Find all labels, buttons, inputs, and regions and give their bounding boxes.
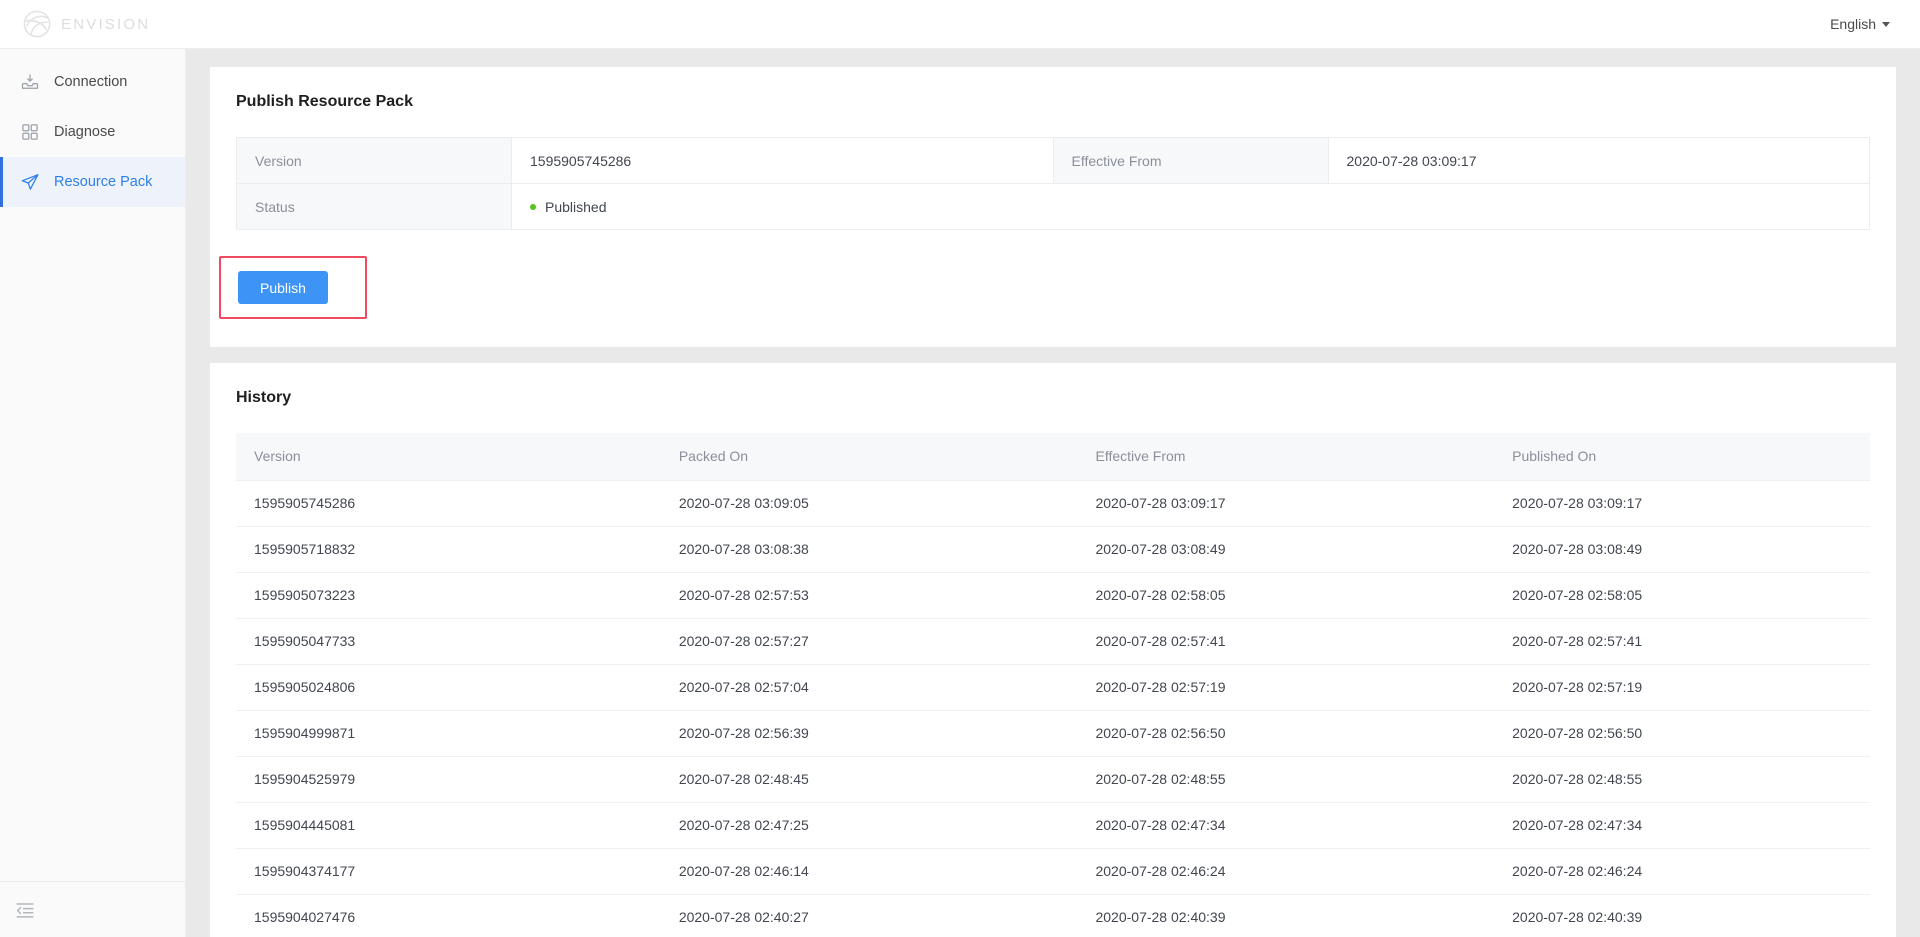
- table-row: 1595904999871 2020-07-28 02:56:39 2020-07-…: [236, 710, 1870, 757]
- brand-logo: ENVISION: [0, 9, 150, 39]
- sidebar-item-resource-pack[interactable]: Resource Pack: [0, 157, 185, 207]
- history-table-body: 1595905745286 2020-07-28 03:09:05 2020-07-…: [236, 479, 1870, 937]
- cell-effective-from: 2020-07-28 03:08:49: [1077, 526, 1495, 573]
- column-header-version: Version: [236, 433, 661, 480]
- cell-packed-on: 2020-07-28 03:09:05: [660, 479, 1078, 527]
- cell-packed-on: 2020-07-28 02:57:04: [660, 664, 1078, 711]
- cell-packed-on: 2020-07-28 02:46:14: [660, 848, 1078, 895]
- cell-version: 1595904445081: [236, 802, 661, 849]
- paper-plane-icon: [21, 174, 39, 190]
- cell-packed-on: 2020-07-28 02:40:27: [660, 894, 1078, 937]
- cell-published-on: 2020-07-28 02:58:05: [1494, 572, 1870, 619]
- cell-published-on: 2020-07-28 02:57:19: [1494, 664, 1870, 711]
- cell-effective-from: 2020-07-28 02:46:24: [1077, 848, 1495, 895]
- cell-published-on: 2020-07-28 02:57:41: [1494, 618, 1870, 665]
- sidebar-top-spacer: [0, 49, 185, 57]
- publish-button[interactable]: Publish: [238, 271, 328, 304]
- history-title: History: [236, 389, 292, 406]
- brand-name: ENVISION: [61, 15, 151, 33]
- table-row: 1595905073223 2020-07-28 02:57:53 2020-07-…: [236, 572, 1870, 619]
- version-label: Version: [236, 137, 512, 184]
- status-dot-icon: [530, 203, 536, 210]
- cell-effective-from: 2020-07-28 02:47:34: [1077, 802, 1495, 849]
- cell-published-on: 2020-07-28 02:46:24: [1494, 848, 1870, 895]
- history-table: Version Packed On Effective From Publish…: [236, 433, 1870, 937]
- envision-swirl-logo-icon: [23, 10, 51, 38]
- table-row: 1595905718832 2020-07-28 03:08:38 2020-07-…: [236, 526, 1870, 573]
- column-header-published-on: Published On: [1494, 433, 1870, 480]
- table-row: 1595905745286 2020-07-28 03:09:05 2020-07-…: [236, 479, 1870, 527]
- chevron-down-icon: [1882, 21, 1890, 27]
- publish-button-highlight: Publish: [219, 256, 367, 319]
- sidebar-nav: Connection Diagnose Resource Pack: [0, 49, 186, 937]
- language-label: English: [1830, 16, 1876, 32]
- history-table-header: Version Packed On Effective From Publish…: [236, 433, 1870, 480]
- effective-from-value: 2020-07-28 03:09:17: [1328, 137, 1870, 184]
- status-cell: Published: [512, 184, 1870, 230]
- publish-resource-pack-card: Publish Resource Pack Version 1595905745…: [210, 67, 1896, 347]
- inbox-download-icon: [21, 74, 39, 89]
- cell-effective-from: 2020-07-28 02:56:50: [1077, 710, 1495, 757]
- cell-published-on: 2020-07-28 02:48:55: [1494, 756, 1870, 803]
- cell-packed-on: 2020-07-28 02:57:27: [660, 618, 1078, 665]
- cell-version: 1595905073223: [236, 572, 661, 619]
- detail-row-version: Version 1595905745286 Effective From 202…: [236, 137, 1870, 184]
- table-row: 1595904525979 2020-07-28 02:48:45 2020-07-…: [236, 756, 1870, 803]
- table-header-row: Version Packed On Effective From Publish…: [236, 433, 1870, 480]
- cell-version: 1595904374177: [236, 848, 661, 895]
- menu-fold-icon[interactable]: [14, 899, 36, 921]
- cell-packed-on: 2020-07-28 02:57:53: [660, 572, 1078, 619]
- cell-version: 1595905024806: [236, 664, 661, 711]
- cell-version: 1595905718832: [236, 526, 661, 573]
- cell-version: 1595905047733: [236, 618, 661, 665]
- sidebar-item-label: Connection: [54, 74, 128, 90]
- cell-effective-from: 2020-07-28 03:09:17: [1077, 479, 1495, 527]
- status-label: Status: [236, 183, 512, 230]
- cell-effective-from: 2020-07-28 02:48:55: [1077, 756, 1495, 803]
- grid-blocks-icon: [22, 124, 38, 140]
- cell-packed-on: 2020-07-28 02:56:39: [660, 710, 1078, 757]
- page-title: Publish Resource Pack: [236, 93, 413, 110]
- cell-version: 1595904999871: [236, 710, 661, 757]
- cell-published-on: 2020-07-28 03:09:17: [1494, 479, 1870, 527]
- cell-version: 1595904525979: [236, 756, 661, 803]
- sidebar-item-label: Resource Pack: [54, 174, 153, 190]
- sidebar-item-connection[interactable]: Connection: [0, 57, 185, 107]
- cell-effective-from: 2020-07-28 02:58:05: [1077, 572, 1495, 619]
- cell-published-on: 2020-07-28 02:40:39: [1494, 894, 1870, 937]
- detail-row-status: Status Published: [236, 183, 1870, 230]
- cell-published-on: 2020-07-28 02:47:34: [1494, 802, 1870, 849]
- cell-version: 1595905745286: [236, 479, 661, 527]
- cell-packed-on: 2020-07-28 02:48:45: [660, 756, 1078, 803]
- column-header-packed-on: Packed On: [660, 433, 1078, 480]
- effective-from-label: Effective From: [1053, 137, 1329, 184]
- cell-published-on: 2020-07-28 02:56:50: [1494, 710, 1870, 757]
- cell-packed-on: 2020-07-28 03:08:38: [660, 526, 1078, 573]
- cell-effective-from: 2020-07-28 02:57:41: [1077, 618, 1495, 665]
- status-badge: Published: [545, 198, 607, 215]
- language-selector[interactable]: English: [1830, 16, 1920, 32]
- top-header-bar: ENVISION English: [0, 0, 1920, 49]
- version-value: 1595905745286: [511, 137, 1054, 184]
- cell-effective-from: 2020-07-28 02:40:39: [1077, 894, 1495, 937]
- cell-version: 1595904027476: [236, 894, 661, 937]
- history-card: History Version Packed On Effective From…: [210, 363, 1896, 937]
- table-row: 1595904445081 2020-07-28 02:47:25 2020-07-…: [236, 802, 1870, 849]
- cell-effective-from: 2020-07-28 02:57:19: [1077, 664, 1495, 711]
- sidebar-footer: [0, 881, 185, 937]
- sidebar-item-diagnose[interactable]: Diagnose: [0, 107, 185, 157]
- sidebar-item-label: Diagnose: [54, 124, 116, 140]
- main-content: Publish Resource Pack Version 1595905745…: [186, 49, 1920, 937]
- table-row: 1595905047733 2020-07-28 02:57:27 2020-07-…: [236, 618, 1870, 665]
- column-header-effective-from: Effective From: [1077, 433, 1495, 480]
- table-row: 1595904027476 2020-07-28 02:40:27 2020-07-…: [236, 894, 1870, 937]
- resource-pack-detail-table: Version 1595905745286 Effective From 202…: [236, 137, 1870, 230]
- table-row: 1595904374177 2020-07-28 02:46:14 2020-07-…: [236, 848, 1870, 895]
- cell-published-on: 2020-07-28 03:08:49: [1494, 526, 1870, 573]
- table-row: 1595905024806 2020-07-28 02:57:04 2020-07-…: [236, 664, 1870, 711]
- cell-packed-on: 2020-07-28 02:47:25: [660, 802, 1078, 849]
